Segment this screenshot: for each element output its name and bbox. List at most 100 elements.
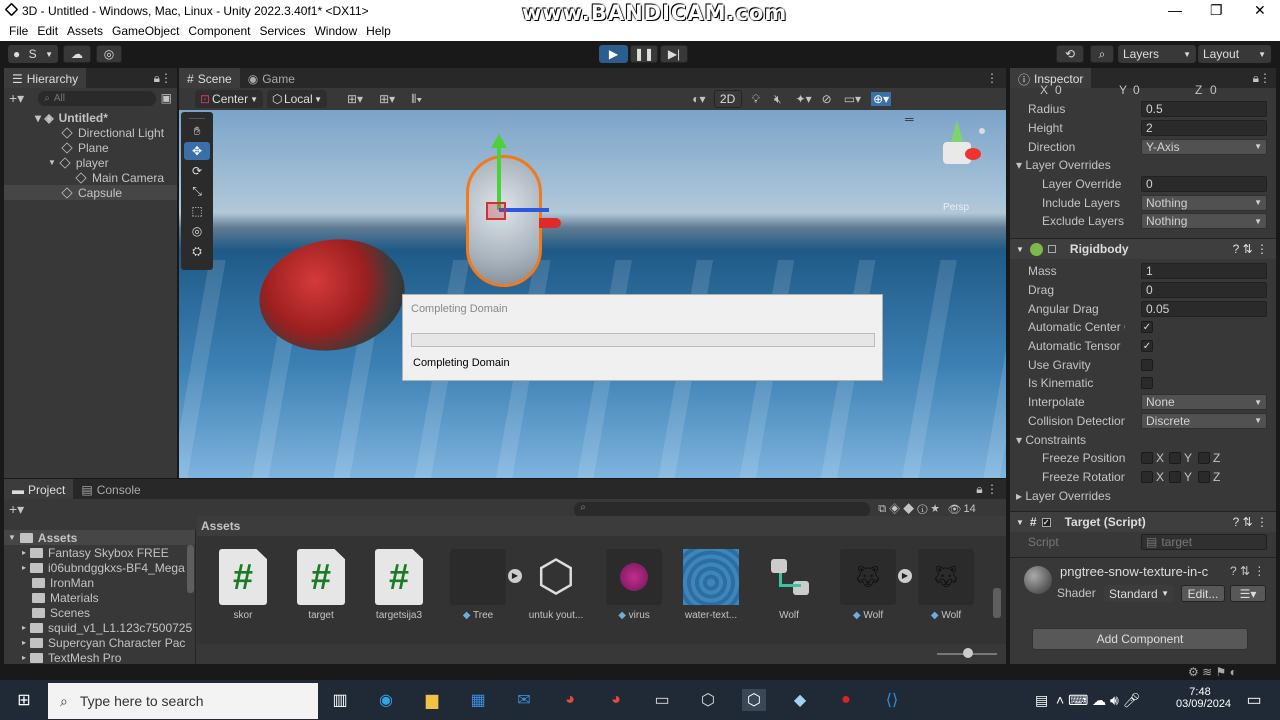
maximize-button[interactable]: ❐ bbox=[1210, 2, 1223, 19]
tab-game[interactable]: ◉ Game bbox=[239, 68, 303, 88]
asset-item[interactable]: # target bbox=[283, 549, 359, 621]
material-menu-icon[interactable]: ? ⇅ ⋮ bbox=[1230, 564, 1265, 578]
height-field[interactable]: 2 bbox=[1141, 120, 1267, 137]
layer-overrides-foldout[interactable]: ▾ Layer Overrides bbox=[1010, 158, 1125, 172]
gizmos-icon[interactable]: ⊕▾ bbox=[871, 92, 892, 106]
shader-dropdown[interactable]: Standard ▼ bbox=[1104, 585, 1174, 602]
rigidbody-header[interactable]: ▼ Rigidbody ? ⇅ ⋮ bbox=[1010, 238, 1276, 259]
hierarchy-item-capsule[interactable]: Capsule bbox=[4, 185, 177, 200]
direction-dropdown[interactable]: Y-Axis ▼ bbox=[1141, 138, 1267, 155]
asset-item[interactable]: water-text... bbox=[673, 549, 749, 621]
windows-start-icon[interactable]: ⊞ bbox=[12, 689, 36, 711]
tree-scrollbar[interactable] bbox=[187, 545, 194, 593]
grid-snap-icon[interactable]: ⊞▾ bbox=[347, 92, 363, 106]
chrome-icon[interactable]: ◕ bbox=[558, 689, 582, 711]
hierarchy-item-main-camera[interactable]: Main Camera bbox=[4, 170, 177, 185]
exclude-layers-dropdown[interactable]: Nothing ▼ bbox=[1141, 213, 1267, 230]
orientation-gizmo[interactable] bbox=[929, 120, 989, 180]
freeze-position-x-checkbox[interactable] bbox=[1141, 452, 1153, 465]
tree-item-folder[interactable]: Materials bbox=[4, 590, 195, 605]
toggle-2d-button[interactable]: 2D bbox=[713, 90, 742, 108]
include-layers-dropdown[interactable]: Nothing ▼ bbox=[1141, 194, 1267, 211]
asset-item[interactable]: 🐺︎ ◆ Wolf bbox=[908, 549, 984, 621]
collab-button[interactable]: ◎ bbox=[96, 45, 122, 63]
freeze-rotation-x-checkbox[interactable] bbox=[1141, 470, 1153, 483]
vscode-icon[interactable]: ⟨⟩ bbox=[880, 689, 904, 711]
hidden-packages-icon[interactable]: 👁︎ bbox=[948, 503, 962, 516]
auto-tensor-checkbox[interactable]: ✓ bbox=[1141, 340, 1153, 353]
increment-snap-icon[interactable]: ⦀▾ bbox=[411, 92, 422, 107]
layer-override-priority-field[interactable]: 0 bbox=[1141, 176, 1267, 193]
asset-item[interactable]: Wolf bbox=[751, 549, 827, 621]
scale-tool-button[interactable]: ⤡ bbox=[184, 182, 210, 200]
tree-item-folder[interactable]: Scenes bbox=[4, 605, 195, 620]
edit-shader-button[interactable]: Edit... bbox=[1181, 585, 1225, 602]
rigidbody-layer-overrides-foldout[interactable]: ▸ Layer Overrides bbox=[1010, 489, 1125, 503]
more-icon[interactable]: ⋮ bbox=[986, 71, 998, 85]
play-button[interactable]: ▶ bbox=[599, 45, 628, 63]
bandicam-icon[interactable]: ● bbox=[834, 689, 858, 711]
chrome-profile-icon[interactable]: ◕ bbox=[604, 689, 628, 711]
asset-item[interactable]: # targetsija3 bbox=[361, 549, 437, 621]
lighting-icon[interactable]: 💡︎ bbox=[752, 92, 760, 107]
mass-field[interactable]: 1 bbox=[1141, 263, 1267, 280]
drag-field[interactable]: 0 bbox=[1141, 282, 1267, 299]
rect-tool-button[interactable]: ⬚ bbox=[184, 202, 210, 220]
freeze-position-z-checkbox[interactable] bbox=[1198, 452, 1210, 465]
taskbar-clock[interactable]: 7:48 03/09/2024 bbox=[1176, 686, 1231, 710]
angular-drag-field[interactable]: 0.05 bbox=[1141, 300, 1267, 317]
status-icons[interactable]: ⚙︎ ≋ ⚑ ◐ bbox=[1188, 665, 1237, 679]
menu-help[interactable]: Help bbox=[366, 24, 391, 38]
zoom-slider-thumb[interactable] bbox=[963, 648, 973, 658]
notification-icon[interactable]: ▭ bbox=[1242, 689, 1266, 711]
move-gizmo-y-axis[interactable] bbox=[497, 140, 501, 210]
asset-item[interactable]: 🐺︎ ▶ ◆ Wolf bbox=[830, 549, 912, 621]
radius-field[interactable]: 0.5 bbox=[1141, 101, 1267, 118]
audio-icon[interactable]: 🔇︎ bbox=[774, 92, 782, 107]
space-dropdown[interactable]: ⬡ Local ▼ bbox=[267, 90, 327, 108]
center-x-field[interactable]: 0 bbox=[1055, 83, 1062, 97]
unity-editor-icon[interactable]: ⬡ bbox=[742, 689, 766, 711]
menu-component[interactable]: Component bbox=[188, 24, 250, 38]
unity-hub-icon[interactable]: ⬡ bbox=[696, 689, 720, 711]
move-tool-button[interactable]: ✥ bbox=[184, 142, 210, 160]
project-search-input[interactable]: ⌕ bbox=[574, 501, 871, 517]
enable-checkbox[interactable]: ✓ bbox=[1041, 517, 1051, 527]
camera-icon[interactable]: ▭▾ bbox=[844, 92, 861, 106]
account-dropdown[interactable]: ● S ▼ bbox=[8, 45, 58, 63]
tree-item-assets[interactable]: ▼ Assets bbox=[4, 530, 195, 545]
is-kinematic-checkbox[interactable] bbox=[1141, 377, 1153, 390]
filter-icon[interactable]: ▣ bbox=[161, 91, 172, 105]
cloud-button[interactable]: ☁ bbox=[63, 45, 91, 63]
constraints-foldout[interactable]: ▾ Constraints bbox=[1010, 433, 1125, 447]
tree-item-folder[interactable]: IronMan bbox=[4, 575, 195, 590]
use-gravity-checkbox[interactable] bbox=[1141, 358, 1153, 371]
draw-mode-icon[interactable]: ◐▾ bbox=[692, 92, 705, 106]
layout-dropdown[interactable]: Layout ▼ bbox=[1198, 45, 1271, 63]
file-explorer-icon[interactable]: ▆ bbox=[420, 689, 444, 711]
layers-dropdown[interactable]: Layers ▼ bbox=[1118, 45, 1196, 63]
asset-scrollbar[interactable] bbox=[993, 588, 1001, 618]
component-menu-icon[interactable]: ? ⇅ ⋮ bbox=[1233, 515, 1268, 529]
shader-options-button[interactable]: ☰▾ bbox=[1230, 585, 1266, 602]
target-script-header[interactable]: ▼ # ✓ Target (Script) ? ⇅ ⋮ bbox=[1010, 511, 1276, 532]
mail-icon[interactable]: ✉ bbox=[512, 689, 536, 711]
hierarchy-item-plane[interactable]: Plane bbox=[4, 140, 177, 155]
asset-item[interactable]: ⬡ untuk yout... bbox=[518, 549, 594, 621]
menu-file[interactable]: File bbox=[9, 24, 28, 38]
asset-item[interactable]: # skor bbox=[205, 549, 281, 621]
grid-icon[interactable]: ⊞▾ bbox=[379, 92, 395, 106]
close-button[interactable]: ✕ bbox=[1254, 2, 1266, 19]
effects-icon[interactable]: ✦▾ bbox=[796, 92, 812, 106]
hand-tool-button[interactable]: ✋︎ bbox=[184, 122, 210, 140]
hierarchy-item-player[interactable]: ▼ player bbox=[4, 155, 177, 170]
system-tray-icons[interactable]: ▤ ˄ ⌨︎ ☁︎ 🔊︎ 🎤︎ bbox=[1035, 692, 1141, 709]
move-gizmo-x-axis[interactable] bbox=[539, 218, 561, 228]
menu-services[interactable]: Services bbox=[259, 24, 305, 38]
move-gizmo-plane-handle[interactable] bbox=[486, 202, 506, 220]
freeze-rotation-z-checkbox[interactable] bbox=[1198, 470, 1210, 483]
enable-checkbox[interactable] bbox=[1047, 245, 1056, 253]
tree-item-folder[interactable]: ▸ Fantasy Skybox FREE bbox=[4, 545, 195, 560]
tree-item-folder[interactable]: ▸ TextMesh Pro bbox=[4, 650, 195, 665]
lock-icon[interactable]: 🔒︎⋮ bbox=[154, 71, 172, 86]
